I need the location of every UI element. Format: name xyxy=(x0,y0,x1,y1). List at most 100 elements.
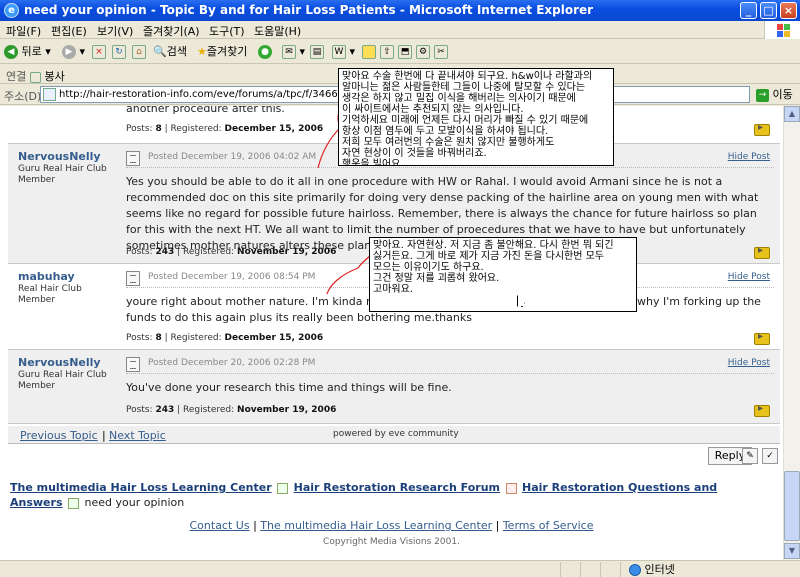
hide-post-link[interactable]: Hide Post xyxy=(728,358,770,368)
reply-quote-icon[interactable]: ✎ xyxy=(742,448,758,464)
hide-post-link[interactable]: Hide Post xyxy=(728,272,770,282)
menu-tools[interactable]: 도구(T) xyxy=(209,23,245,39)
post-body: You've done your research this time and … xyxy=(126,381,452,394)
edit-icon: W xyxy=(332,45,346,59)
topic-nav: Previous Topic | Next Topic powered by e… xyxy=(8,426,780,444)
breadcrumb-learning-center[interactable]: The multimedia Hair Loss Learning Center xyxy=(10,481,272,494)
post-date: Posted December 19, 2006 08:54 PM xyxy=(148,272,316,282)
links-item-bongsa[interactable]: 봉사 xyxy=(30,68,65,84)
forward-button[interactable]: ▶ ▾ xyxy=(62,43,85,61)
learning-center-link[interactable]: The multimedia Hair Loss Learning Center xyxy=(260,519,492,532)
posts-count: 243 xyxy=(155,247,175,257)
forum-icon xyxy=(277,482,289,494)
star-icon: ★ xyxy=(197,45,207,58)
back-label: 뒤로 xyxy=(21,45,42,58)
messenger-button[interactable]: ⇧ xyxy=(380,43,394,61)
favorites-button[interactable]: ★즐겨찾기 xyxy=(197,43,247,61)
registered-date: December 15, 2006 xyxy=(224,124,324,134)
post-date: Posted December 19, 2006 04:02 AM xyxy=(148,152,317,162)
page-icon xyxy=(43,88,56,101)
previous-topic-link[interactable]: Previous Topic xyxy=(20,429,98,442)
posts-count: 8 xyxy=(155,124,162,134)
minimize-button[interactable]: _ xyxy=(740,2,757,19)
toolbar: ◀ 뒤로 ▾ ▶ ▾ × ↻ ⌂ 🔍검색 ★즐겨찾기 ● ✉ ▾ ▤ W ▾ ⇧… xyxy=(0,40,800,64)
edit-button[interactable]: W ▾ xyxy=(332,43,355,61)
terms-link[interactable]: Terms of Service xyxy=(503,519,594,532)
status-segment xyxy=(560,562,580,577)
registered-label: | Registered: xyxy=(177,247,235,257)
breadcrumb-research-forum[interactable]: Hair Restoration Research Forum xyxy=(294,481,500,494)
footer-links: Contact Us | The multimedia Hair Loss Le… xyxy=(0,519,783,532)
post-header: Posted December 20, 2006 02:28 PM Hide P… xyxy=(126,356,774,374)
quote-icon[interactable] xyxy=(754,331,770,345)
posts-label: Posts: xyxy=(126,333,153,343)
forward-arrow-icon: ▶ xyxy=(62,45,76,59)
scroll-thumb[interactable] xyxy=(784,471,800,541)
menu-help[interactable]: 도움말(H) xyxy=(254,23,301,39)
research-button[interactable]: ⬒ xyxy=(398,43,412,61)
registered-date: November 19, 2006 xyxy=(237,405,337,415)
posts-count: 243 xyxy=(155,405,175,415)
post-author[interactable]: NervousNelly xyxy=(18,150,101,163)
quote-icon[interactable] xyxy=(754,245,770,259)
refresh-icon: ↻ xyxy=(112,45,126,59)
posts-label: Posts: xyxy=(126,247,153,257)
address-url: http://hair-restoration-info.com/eve/for… xyxy=(59,89,370,100)
tools-button[interactable]: ✂ xyxy=(434,43,448,61)
page-content: another procedure after this. Posts: 8 |… xyxy=(0,106,783,560)
translation-note-2: 맞아요. 자연현상. 저 지금 좀 불안해요. 다시 한번 뭐 되긴 싫거든요.… xyxy=(369,237,637,312)
home-button[interactable]: ⌂ xyxy=(132,43,146,61)
back-button[interactable]: ◀ 뒤로 ▾ xyxy=(4,43,51,61)
author-role: Guru Real Hair Club xyxy=(18,164,107,174)
status-segment xyxy=(600,562,620,577)
menu-edit[interactable]: 편집(E) xyxy=(51,23,87,39)
search-button[interactable]: 🔍검색 xyxy=(153,43,187,61)
media-button[interactable]: ● xyxy=(258,43,272,61)
search-label: 검색 xyxy=(166,45,187,58)
discuss-button[interactable] xyxy=(362,43,376,61)
post-footer: Posts: 8 | Registered: December 15, 2006 xyxy=(126,124,323,134)
registered-date: November 19, 2006 xyxy=(237,247,337,257)
mail-button[interactable]: ✉ ▾ xyxy=(282,43,305,61)
print-button[interactable]: ▤ xyxy=(310,43,324,61)
scroll-down-icon[interactable]: ▼ xyxy=(784,543,800,559)
stop-button[interactable]: × xyxy=(92,43,106,61)
quote-icon[interactable] xyxy=(754,122,770,136)
hide-post-link[interactable]: Hide Post xyxy=(728,152,770,162)
document-icon xyxy=(126,151,140,166)
next-topic-link[interactable]: Next Topic xyxy=(109,429,166,442)
favorites-label: 즐겨찾기 xyxy=(206,45,248,58)
post-author[interactable]: mabuhay xyxy=(18,270,75,283)
table-row: NervousNelly Guru Real Hair Club Member … xyxy=(8,350,780,424)
quote-icon[interactable] xyxy=(754,403,770,417)
windows-logo-icon xyxy=(764,21,800,39)
menu-view[interactable]: 보기(V) xyxy=(97,23,133,39)
close-button[interactable]: × xyxy=(780,2,797,19)
author-status: Member xyxy=(18,175,56,185)
post-footer: Posts: 8 | Registered: December 15, 2006 xyxy=(126,333,323,343)
status-zone-label: 인터넷 xyxy=(644,563,675,576)
go-button[interactable]: → 이동 xyxy=(756,86,800,103)
post-author[interactable]: NervousNelly xyxy=(18,356,101,369)
stop-icon: × xyxy=(92,45,106,59)
author-status: Member xyxy=(18,381,56,391)
refresh-button[interactable]: ↻ xyxy=(112,43,126,61)
reply-tag-icon[interactable]: ✓ xyxy=(762,448,778,464)
copyright: Copyright Media Visions 2001. xyxy=(323,537,460,547)
posts-label: Posts: xyxy=(126,405,153,415)
document-icon xyxy=(126,357,140,372)
status-zone: 인터넷 xyxy=(620,562,800,577)
post-footer: Posts: 243 | Registered: November 19, 20… xyxy=(126,247,336,257)
breadcrumb-current: need your opinion xyxy=(84,496,185,509)
footer-separator: | xyxy=(495,519,500,532)
menu-file[interactable]: 파일(F) xyxy=(6,23,41,39)
maximize-button[interactable]: □ xyxy=(760,2,777,19)
address-label: 주소(D) xyxy=(4,90,42,103)
settings-button[interactable]: ⚙ xyxy=(416,43,430,61)
vertical-scrollbar[interactable]: ▲ ▼ xyxy=(783,106,800,560)
nav-separator: | xyxy=(102,429,106,442)
links-item-label: 봉사 xyxy=(44,70,65,83)
scroll-up-icon[interactable]: ▲ xyxy=(784,106,800,122)
menu-favorites[interactable]: 즐겨찾기(A) xyxy=(143,23,200,39)
contact-us-link[interactable]: Contact Us xyxy=(190,519,250,532)
